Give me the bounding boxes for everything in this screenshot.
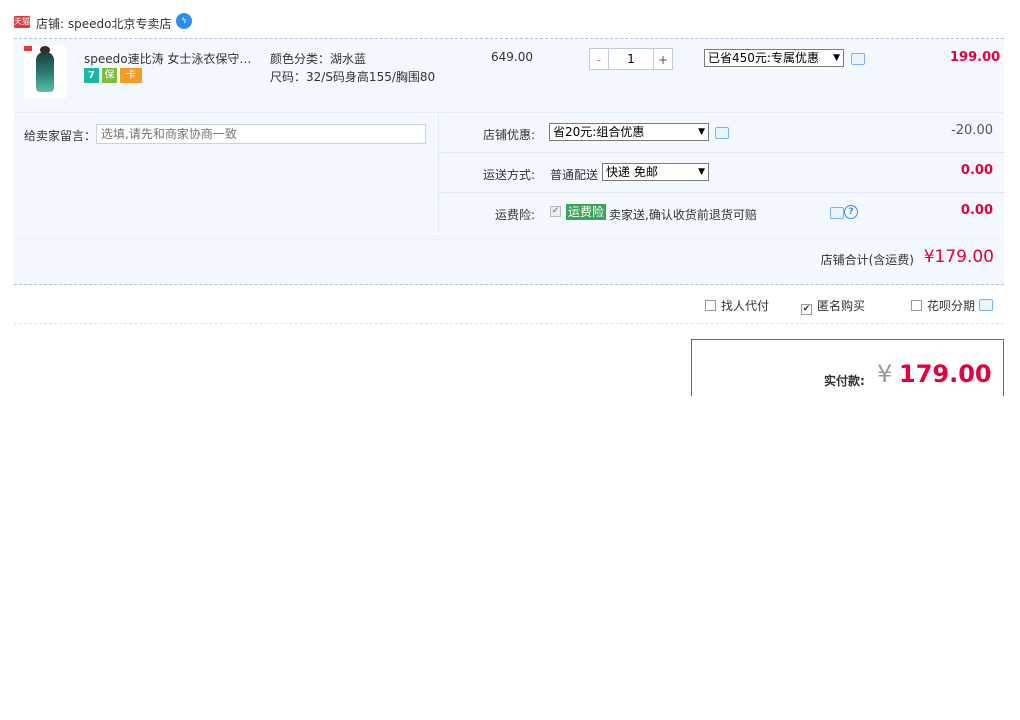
shipping-option: 快递 免邮: [606, 165, 658, 179]
help-icon[interactable]: ?: [844, 205, 858, 219]
coupon-row: 店铺优惠: 省20元:组合优惠 ▼ -20.00: [439, 113, 1005, 153]
item-discount-option: 已省450元:专属优惠: [708, 51, 819, 65]
shop-total-row: 店铺合计(含运费) ¥179.00: [14, 234, 1004, 285]
proxy-pay-label: 找人代付: [721, 299, 770, 313]
final-payment-box: 实付款: ¥ 179.00: [691, 339, 1004, 396]
shipping-label: 运送方式:: [482, 168, 535, 182]
shop-name-link[interactable]: 店铺: speedo北京专卖店: [36, 15, 171, 32]
product-thumbnail[interactable]: [24, 46, 66, 98]
insurance-value: 0.00: [960, 203, 993, 218]
final-payment-label: 实付款:: [824, 374, 865, 388]
shop-total-value: ¥179.00: [923, 247, 994, 267]
anonymous-option[interactable]: ✔ 匿名购买: [801, 297, 865, 315]
guarantee-icon[interactable]: 保: [102, 68, 117, 83]
brand-logo-icon: [24, 46, 32, 51]
shop-header: 天猫 店铺: speedo北京专卖店 ϟ: [14, 10, 1004, 39]
credit-card-icon[interactable]: 卡: [120, 68, 142, 83]
shipping-row: 运送方式: 普通配送 快递 免邮 ▼ 0.00: [439, 153, 1005, 193]
insurance-label: 运费险:: [494, 208, 535, 222]
dropdown-arrow-icon: ▼: [698, 127, 705, 137]
seven-day-return-icon[interactable]: 7: [84, 68, 99, 83]
sku-size: 尺码：32/S码身高155/胸围80: [270, 70, 436, 84]
insurance-description: 卖家送,确认收货前退货可赔: [609, 208, 757, 222]
huabei-checkbox[interactable]: [911, 300, 922, 311]
anonymous-label: 匿名购买: [817, 299, 866, 313]
huabei-option[interactable]: 花呗分期: [911, 297, 994, 314]
quantity-decrease-button[interactable]: -: [589, 48, 609, 70]
chat-bubble-icon[interactable]: [979, 299, 994, 311]
order-options: 给卖家留言： 店铺优惠: 省20元:组合优惠 ▼ -20.00 运送方式: 普通…: [14, 113, 1005, 233]
sku-color: 颜色分类：湖水蓝: [270, 52, 367, 66]
shipping-type: 普通配送: [550, 168, 599, 182]
coupon-label: 店铺优惠:: [482, 128, 535, 142]
product-title-link[interactable]: speedo速比涛 女士泳衣保守连...: [84, 50, 262, 67]
coupon-option: 省20元:组合优惠: [553, 125, 645, 139]
quantity-input[interactable]: 1: [609, 48, 653, 70]
insurance-checkbox[interactable]: ✔: [550, 206, 561, 217]
wangwang-icon[interactable]: ϟ: [176, 13, 192, 29]
payment-options: 找人代付 ✔ 匿名购买 花呗分期: [14, 285, 1004, 324]
anonymous-checkbox[interactable]: ✔: [801, 304, 812, 315]
shipping-value: 0.00: [960, 163, 993, 178]
chat-bubble-icon[interactable]: [715, 127, 729, 139]
service-badges: 7保卡: [84, 68, 145, 84]
item-subtotal: 199.00: [950, 50, 1001, 65]
dropdown-arrow-icon: ▼: [698, 167, 705, 177]
insurance-tag: 运费险: [566, 204, 607, 220]
coupon-value: -20.00: [951, 123, 993, 138]
quantity-increase-button[interactable]: +: [653, 48, 673, 70]
huabei-label: 花呗分期: [927, 299, 976, 313]
chat-bubble-icon[interactable]: [851, 53, 865, 65]
chat-bubble-icon[interactable]: [830, 207, 844, 219]
item-discount-select[interactable]: 已省450元:专属优惠 ▼: [704, 49, 844, 67]
proxy-pay-checkbox[interactable]: [705, 300, 716, 311]
seller-memo-label: 给卖家留言：: [24, 129, 97, 143]
order-item-row: speedo速比涛 女士泳衣保守连... 7保卡 颜色分类：湖水蓝 尺码：32/…: [14, 39, 1004, 113]
options-panel: 店铺优惠: 省20元:组合优惠 ▼ -20.00 运送方式: 普通配送 快递 免…: [438, 113, 1005, 233]
tmall-icon: 天猫: [14, 16, 30, 28]
final-payment-value: 179.00: [899, 360, 992, 388]
shipping-select[interactable]: 快递 免邮 ▼: [602, 163, 709, 181]
proxy-pay-option[interactable]: 找人代付: [705, 297, 769, 314]
unit-price: 649.00: [491, 50, 533, 64]
seller-memo-input[interactable]: [96, 124, 426, 144]
shop-total-label: 店铺合计(含运费): [820, 253, 914, 267]
coupon-select[interactable]: 省20元:组合优惠 ▼: [549, 123, 709, 141]
insurance-row: 运费险: ✔ 运费险 卖家送,确认收货前退货可赔 ? 0.00: [439, 193, 1005, 232]
dropdown-arrow-icon: ▼: [833, 53, 840, 63]
currency-symbol: ¥: [877, 360, 893, 388]
